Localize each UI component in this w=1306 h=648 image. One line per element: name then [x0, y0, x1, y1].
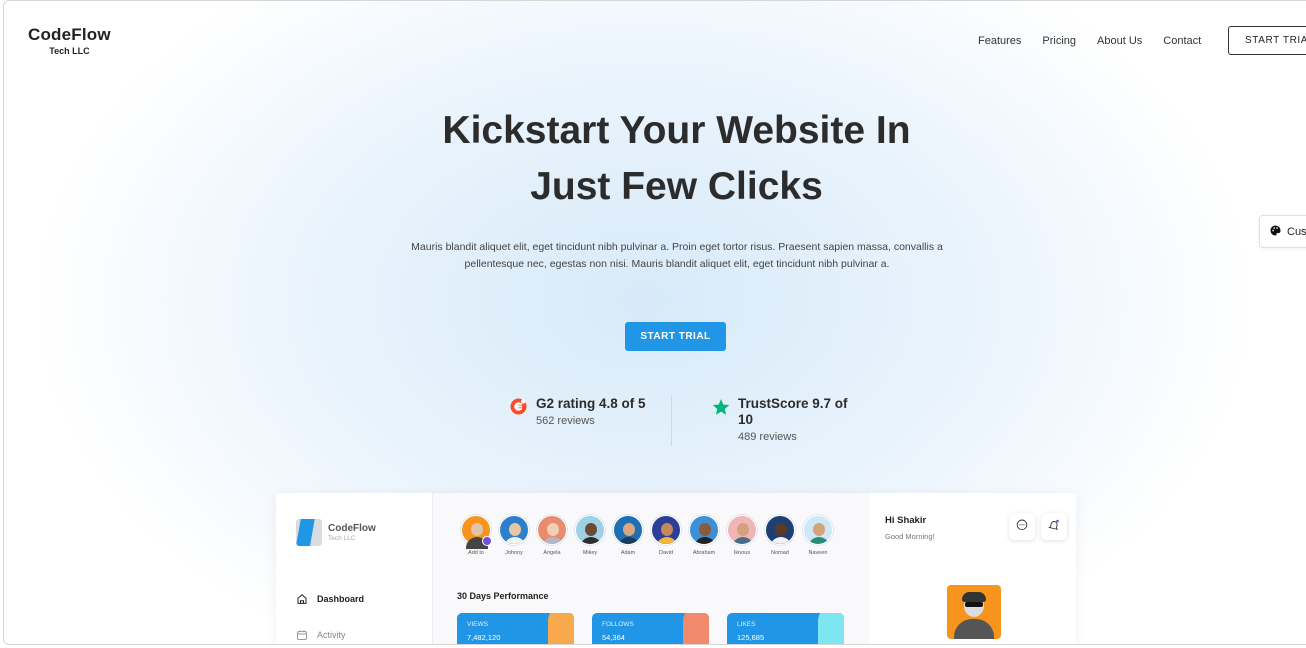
calendar-icon	[296, 629, 308, 641]
avatar-name: Iknous	[733, 550, 751, 556]
avatar-iknous[interactable]: Iknous	[723, 515, 761, 556]
activity-menu-label: Activity	[317, 630, 346, 640]
trustpilot-rating: TrustScore 9.7 of 10 489 reviews	[712, 396, 858, 443]
trustscore-review-count: 489 reviews	[738, 431, 797, 443]
avatar-name: Johnny	[505, 550, 523, 556]
avatar-name: Nomad	[771, 550, 789, 556]
performance-title: 30 Days Performance	[457, 591, 549, 601]
avatar-name: Abraham	[692, 550, 716, 556]
follows-label: FOLLOWS	[602, 621, 634, 628]
avatar-nomad[interactable]: Nomad	[761, 515, 799, 556]
avatar-name: Naveen	[808, 550, 828, 556]
likes-value: 125,685	[737, 633, 765, 642]
dashboard-main: Add to Johnny Angela Mikey Adam David Ab…	[433, 493, 870, 644]
dashboard-sidebar: CodeFlow Tech LLC Dashboard Activity	[276, 493, 433, 644]
star-icon	[712, 396, 734, 443]
views-label: VIEWS	[467, 621, 488, 628]
likes-card[interactable]: LIKES 125,685	[727, 613, 844, 644]
performance-cards: VIEWS 7,482,120 FOLLOWS 54,364 LIKES 125…	[457, 613, 862, 644]
dashboard-logo-name: CodeFlow	[328, 523, 376, 534]
logo-name: CodeFlow	[28, 25, 111, 44]
logo-subtitle: Tech LLC	[49, 46, 90, 56]
hero-title: Kickstart Your Website In Just Few Click…	[4, 103, 1306, 215]
add-icon	[482, 536, 492, 546]
nav-contact[interactable]: Contact	[1163, 35, 1201, 47]
nav-about-us[interactable]: About Us	[1097, 35, 1142, 47]
chat-icon	[1016, 518, 1028, 536]
avatar-name: Mikey	[582, 550, 598, 556]
avatar-name: David	[658, 550, 674, 556]
greeting-subtitle: Good Morning!	[885, 532, 935, 541]
dashboard-menu-label: Dashboard	[317, 594, 365, 604]
dashboard-preview: CodeFlow Tech LLC Dashboard Activity Add…	[276, 493, 1076, 644]
hero-title-line-2: Just Few Clicks	[530, 165, 823, 208]
header-start-trial-button[interactable]: START TRIAL	[1228, 26, 1306, 55]
hero-title-line-1: Kickstart Your Website In	[442, 109, 911, 152]
dashboard-logo-mark	[296, 519, 322, 546]
notification-icon-button[interactable]	[1041, 513, 1067, 540]
customize-tab[interactable]: Cus	[1259, 215, 1306, 248]
site-logo[interactable]: CodeFlow Tech LLC	[28, 25, 111, 56]
greeting: Hi Shakir	[885, 515, 927, 526]
home-icon	[296, 593, 308, 605]
dashboard-logo-sub: Tech LLC	[328, 535, 356, 542]
chat-icon-button[interactable]	[1009, 513, 1035, 540]
dashboard-logo: CodeFlow Tech LLC	[296, 519, 376, 546]
profile-avatar[interactable]	[947, 585, 1001, 639]
views-value: 7,482,120	[467, 633, 501, 642]
g2-rating-title: G2 rating 4.8 of 5	[536, 396, 646, 411]
avatar-name: Add to	[468, 550, 484, 556]
main-nav: Features Pricing About Us Contact	[978, 35, 1222, 47]
avatar-angela[interactable]: Angela	[533, 515, 571, 556]
hero-start-trial-button[interactable]: START TRIAL	[625, 322, 726, 351]
avatar-adam[interactable]: Adam	[609, 515, 647, 556]
avatar-david[interactable]: David	[647, 515, 685, 556]
g2-rating: G2 rating 4.8 of 5 562 reviews	[510, 396, 656, 427]
hero-description: Mauris blandit aliquet elit, eget tincid…	[411, 241, 943, 270]
dashboard-menu-activity[interactable]: Activity	[296, 629, 346, 641]
page-frame: CodeFlow Tech LLC Features Pricing About…	[3, 0, 1306, 645]
avatar-row: Add to Johnny Angela Mikey Adam David Ab…	[457, 515, 837, 556]
dashboard-right-panel: Hi Shakir Good Morning!	[870, 493, 1076, 644]
avatar-add-to[interactable]: Add to	[457, 515, 495, 556]
likes-label: LIKES	[737, 621, 756, 628]
bell-icon	[1048, 518, 1060, 536]
dashboard-menu-dashboard[interactable]: Dashboard	[296, 593, 364, 605]
g2-review-count: 562 reviews	[536, 415, 595, 427]
follows-value: 54,364	[602, 633, 625, 642]
avatar-johnny[interactable]: Johnny	[495, 515, 533, 556]
nav-features[interactable]: Features	[978, 35, 1021, 47]
avatar-name: Adam	[620, 550, 636, 556]
avatar-abraham[interactable]: Abraham	[685, 515, 723, 556]
views-card[interactable]: VIEWS 7,482,120	[457, 613, 574, 644]
palette-icon	[1270, 224, 1281, 239]
rating-divider	[671, 396, 672, 446]
avatar-name: Angela	[543, 550, 561, 556]
trustscore-title: TrustScore 9.7 of 10	[738, 396, 848, 427]
avatar-mikey[interactable]: Mikey	[571, 515, 609, 556]
follows-card[interactable]: FOLLOWS 54,364	[592, 613, 709, 644]
avatar-naveen[interactable]: Naveen	[799, 515, 837, 556]
customize-tab-label: Cus	[1287, 225, 1306, 238]
g2-icon	[510, 396, 532, 427]
nav-pricing[interactable]: Pricing	[1042, 35, 1076, 47]
